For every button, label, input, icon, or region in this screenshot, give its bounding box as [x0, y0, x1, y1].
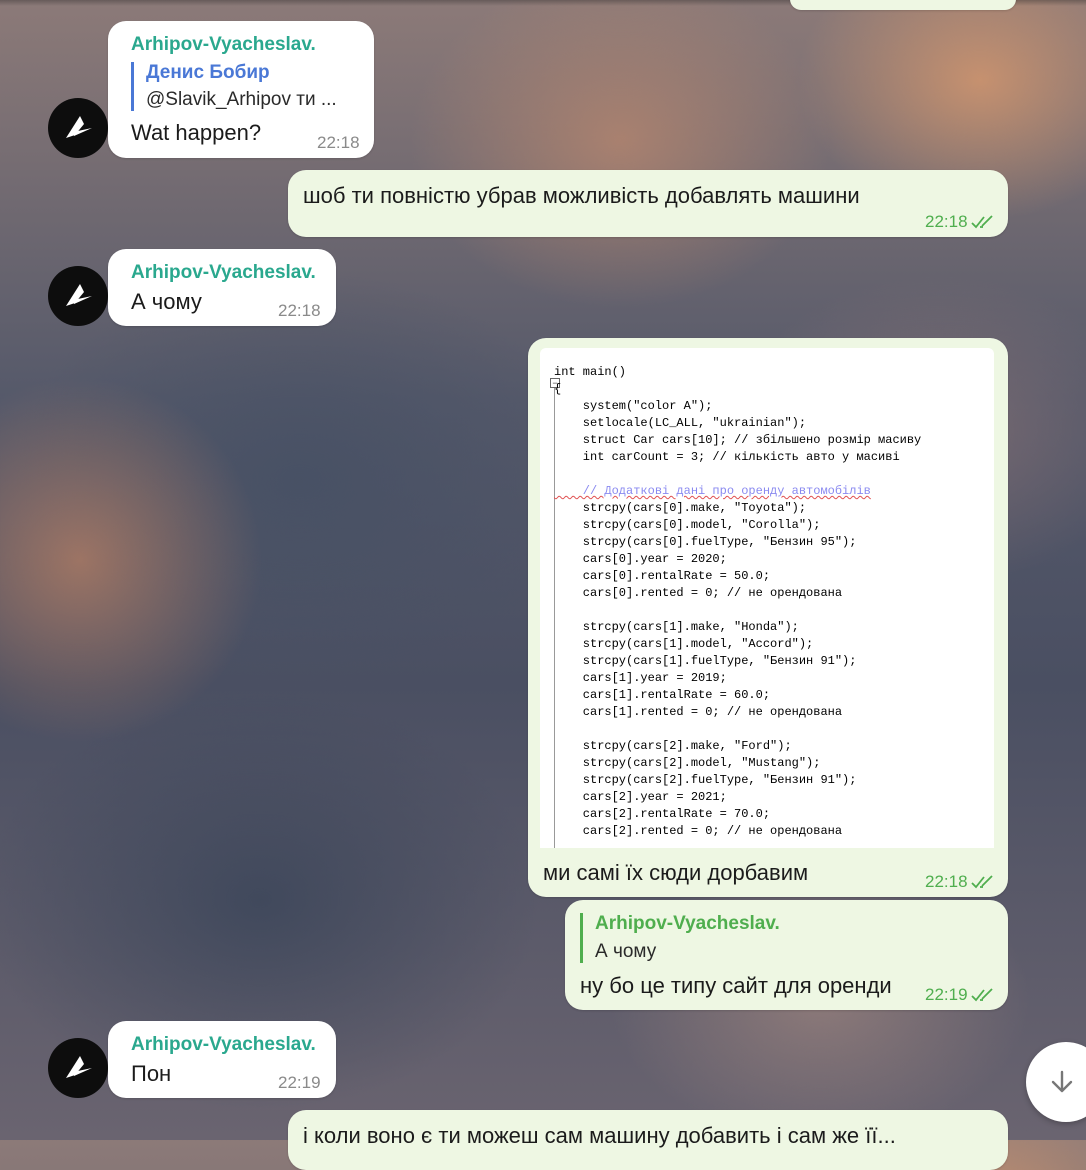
code-line: strcpy(cars[1].model, "Accord");: [554, 637, 814, 651]
code-line: system("color A");: [554, 399, 713, 413]
code-line: setlocale(LC_ALL, "ukrainian");: [554, 416, 807, 430]
avatar[interactable]: [48, 266, 108, 326]
message-bubble-partial[interactable]: і коли воно є ти можеш сам машину добави…: [288, 1110, 1008, 1170]
code-line: cars[2].rentalRate = 70.0;: [554, 807, 771, 821]
message-bubble-partial-top[interactable]: [790, 0, 1016, 10]
code-line: cars[0].rentalRate = 50.0;: [554, 569, 771, 583]
reply-text: А чому: [595, 941, 657, 962]
code-line: strcpy(cars[0].make, "Toyota");: [554, 501, 807, 515]
arrow-down-icon: [1051, 1070, 1073, 1093]
code-line: struct Car cars[10]; // збільшено розмір…: [554, 433, 922, 447]
message-bubble[interactable]: Arhipov-Vyacheslav. А чому ну бо це типу…: [565, 900, 1008, 1010]
arrow-logo-icon: [66, 1056, 92, 1078]
code-line: cars[0].rented = 0; // не орендована: [554, 586, 843, 600]
double-check-icon: [970, 988, 993, 1002]
code-line: strcpy(cars[2].model, "Mustang");: [554, 756, 821, 770]
reply-sender-name: Arhipov-Vyacheslav.: [595, 913, 780, 934]
code-line: strcpy(cars[2].make, "Ford");: [554, 739, 792, 753]
code-line: // Додаткові дані про оренду автомобілів: [554, 484, 871, 498]
code-line: {: [554, 382, 562, 396]
code-screenshot-image[interactable]: − int main() { system("color A"); setloc…: [540, 348, 994, 848]
message-text: ну бо це типу сайт для оренди: [580, 973, 892, 998]
reply-quote[interactable]: Денис Бобир @Slavik_Arhipov ти ...: [131, 62, 366, 111]
code-line: int main(): [554, 365, 627, 379]
message-time: 22:18: [925, 872, 997, 892]
code-line: int carCount = 3; // кількість авто у ма…: [554, 450, 900, 464]
arrow-logo-icon: [66, 116, 92, 138]
message-bubble[interactable]: шоб ти повністю убрав можливість добавля…: [288, 170, 1008, 237]
code-line: cars[1].year = 2019;: [554, 671, 727, 685]
message-bubble[interactable]: Arhipov-Vyacheslav. Денис Бобир @Slavik_…: [108, 21, 374, 158]
sender-name[interactable]: Arhipov-Vyacheslav.: [131, 1034, 316, 1056]
message-time: 22:19: [925, 985, 997, 1005]
message-text: А чому: [131, 289, 202, 314]
avatar[interactable]: [48, 98, 108, 158]
code-line: strcpy(cars[1].make, "Honda");: [554, 620, 799, 634]
message-text: Wat happen?: [131, 120, 262, 145]
message-text: шоб ти повністю убрав можливість добавля…: [303, 183, 860, 208]
code-line: cars[2].year = 2021;: [554, 790, 727, 804]
message-bubble-with-image[interactable]: − int main() { system("color A"); setloc…: [528, 338, 1008, 897]
message-bubble[interactable]: Arhipov-Vyacheslav. А чому 22:18: [108, 249, 336, 326]
message-time: 22:18: [278, 301, 321, 320]
message-text: Пон: [131, 1061, 172, 1086]
reply-quote[interactable]: Arhipov-Vyacheslav. А чому: [580, 913, 780, 963]
arrow-logo-icon: [66, 284, 92, 306]
double-check-icon: [970, 215, 993, 229]
code-line: cars[1].rentalRate = 60.0;: [554, 688, 771, 702]
code-block: int main() { system("color A"); setlocal…: [554, 364, 921, 840]
message-bubble[interactable]: Arhipov-Vyacheslav. Пон 22:19: [108, 1021, 336, 1098]
reply-text: @Slavik_Arhipov ти ...: [146, 89, 337, 110]
avatar[interactable]: [48, 1038, 108, 1098]
message-time: 22:18: [925, 212, 997, 232]
message-text: і коли воно є ти можеш сам машину добави…: [303, 1123, 896, 1148]
sender-name[interactable]: Arhipov-Vyacheslav.: [131, 262, 316, 284]
code-line: cars[2].rented = 0; // не орендована: [554, 824, 843, 838]
code-line: strcpy(cars[2].fuelType, "Бензин 91");: [554, 773, 857, 787]
image-caption: ми самі їх сюди дорбавим: [543, 860, 809, 885]
double-check-icon: [970, 875, 993, 889]
message-time: 22:18: [317, 133, 360, 152]
code-line: cars[0].year = 2020;: [554, 552, 727, 566]
sender-name[interactable]: Arhipov-Vyacheslav.: [131, 34, 316, 56]
code-line: strcpy(cars[1].fuelType, "Бензин 91");: [554, 654, 857, 668]
message-time: 22:19: [278, 1073, 321, 1092]
scroll-to-bottom-button[interactable]: [1026, 1042, 1086, 1122]
code-line: strcpy(cars[0].model, "Corolla");: [554, 518, 821, 532]
code-line: strcpy(cars[0].fuelType, "Бензин 95");: [554, 535, 857, 549]
code-line: cars[1].rented = 0; // не орендована: [554, 705, 843, 719]
reply-sender-name: Денис Бобир: [146, 62, 270, 83]
